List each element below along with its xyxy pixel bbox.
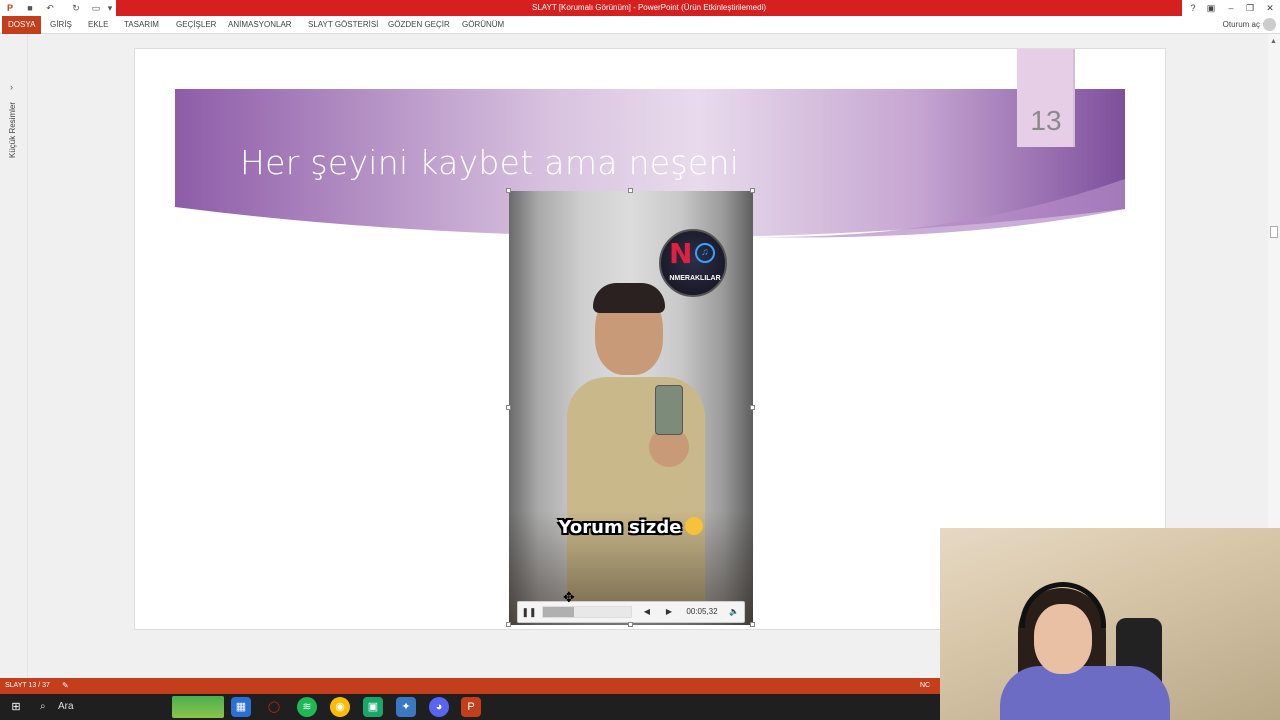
seek-forward-icon[interactable]: ▶ — [662, 602, 676, 622]
taskbar-search-text: Ara — [58, 701, 74, 712]
video-controls: ❚❚ ◀ ▶ 00:05,32 🔈 — [517, 601, 745, 623]
slide-number-tab: 13 — [1017, 49, 1075, 147]
tab-ekle[interactable]: EKLE — [82, 16, 114, 34]
resize-handle-tl[interactable] — [506, 188, 511, 193]
video-caption-text: Yorum sizde — [558, 517, 682, 538]
slide-indicator: SLAYT 13 / 37 — [5, 682, 50, 689]
title-bar: P ■ ↶ ↻ ▭ ▾ SLAYT [Korumalı Görünüm] - P… — [0, 0, 1280, 16]
user-avatar-icon[interactable] — [1263, 18, 1276, 31]
scroll-up-icon[interactable]: ▲ — [1270, 38, 1277, 45]
seek-back-icon[interactable]: ◀ — [640, 602, 654, 622]
spellcheck-icon[interactable]: ✎ — [62, 681, 69, 690]
powerpoint-app-icon: P — [6, 3, 13, 13]
resize-handle-br[interactable] — [750, 622, 755, 627]
tab-gorunum[interactable]: GÖRÜNÜM — [456, 16, 510, 34]
volume-icon[interactable]: 🔈 — [726, 602, 742, 622]
opera-icon[interactable]: ◯ — [264, 697, 284, 717]
tab-gozden-gecir[interactable]: GÖZDEN GEÇİR — [382, 16, 456, 34]
discord-icon[interactable]: ◕ — [429, 697, 449, 717]
scrollbar-thumb[interactable] — [1270, 226, 1278, 238]
app-icon[interactable]: ✦ — [396, 697, 416, 717]
thumbnails-pane: › Küçük Resimler — [0, 34, 28, 678]
slide-title[interactable]: Her şeyini kaybet ama neşeni — [240, 143, 739, 182]
save-icon[interactable]: ■ — [24, 2, 36, 14]
sign-in-link[interactable]: Oturum aç — [1223, 16, 1260, 34]
notes-button[interactable]: NC — [920, 678, 930, 694]
slide-number: 13 — [1030, 105, 1062, 136]
chrome-icon[interactable]: ◉ — [330, 697, 350, 717]
help-icon[interactable]: ? — [1186, 1, 1200, 15]
resize-handle-bm[interactable] — [628, 622, 633, 627]
spotify-icon[interactable]: ≋ — [297, 697, 317, 717]
laughing-emoji-icon — [685, 517, 704, 535]
tab-slayt-gosterisi[interactable]: SLAYT GÖSTERİSİ — [302, 16, 384, 34]
customize-qat-icon[interactable]: ▾ — [104, 2, 116, 14]
music-note-icon: ♫ — [695, 243, 715, 263]
whatsapp-desktop-icon[interactable]: ▣ — [363, 697, 383, 717]
restore-button[interactable]: ❐ — [1243, 1, 1257, 15]
powerpoint-taskbar-icon[interactable]: P — [461, 697, 481, 717]
webcam-headset — [1020, 582, 1106, 628]
logo-letter: N — [669, 237, 693, 270]
channel-logo: N ♫ NMERAKLILAR — [659, 229, 727, 297]
expand-chevron-icon[interactable]: › — [10, 82, 13, 92]
video-progress-bar[interactable] — [542, 606, 632, 618]
ribbon-tabs: DOSYA GİRİŞ EKLE TASARIM GEÇİŞLER ANİMAS… — [0, 16, 1280, 34]
video-caption: Yorum sizde — [509, 517, 753, 538]
windows-start-icon[interactable]: ⊞ — [6, 697, 26, 717]
thumbnails-label[interactable]: Küçük Resimler — [8, 102, 17, 158]
move-cursor-icon: ✥ — [563, 589, 575, 605]
webcam-overlay — [940, 528, 1280, 720]
resize-handle-mr[interactable] — [750, 405, 755, 410]
webcam-person-body — [1000, 666, 1170, 720]
resize-handle-ml[interactable] — [506, 405, 511, 410]
logo-text: NMERAKLILAR — [669, 275, 721, 282]
taskbar-search[interactable]: ⌕ Ara — [34, 696, 184, 718]
store-icon[interactable]: ▦ — [231, 697, 251, 717]
search-icon: ⌕ — [40, 701, 46, 712]
video-player[interactable]: N ♫ NMERAKLILAR Yorum sizde ❚❚ ◀ ▶ 00:05… — [509, 191, 753, 625]
tab-tasarim[interactable]: TASARIM — [118, 16, 165, 34]
video-phone — [655, 385, 683, 435]
resize-handle-bl[interactable] — [506, 622, 511, 627]
vertical-scrollbar[interactable]: ▲ — [1268, 34, 1280, 528]
resize-handle-tm[interactable] — [628, 188, 633, 193]
tab-giris[interactable]: GİRİŞ — [44, 16, 78, 34]
tab-animasyonlar[interactable]: ANİMASYONLAR — [222, 16, 298, 34]
resize-handle-tr[interactable] — [750, 188, 755, 193]
minimize-button[interactable]: – — [1224, 1, 1238, 15]
search-highlight-image — [172, 696, 224, 718]
close-button[interactable]: ✕ — [1263, 1, 1277, 15]
tab-dosya[interactable]: DOSYA — [2, 16, 42, 34]
tab-gecisler[interactable]: GEÇİŞLER — [170, 16, 222, 34]
redo-icon[interactable]: ↻ — [70, 2, 82, 14]
video-person-hair — [593, 283, 665, 313]
video-time: 00:05,32 — [686, 607, 718, 616]
ribbon-display-options-icon[interactable]: ▣ — [1204, 1, 1218, 15]
undo-icon[interactable]: ↶ — [44, 2, 56, 14]
start-slideshow-icon[interactable]: ▭ — [90, 2, 102, 14]
video-progress-fill — [543, 607, 574, 617]
pause-icon[interactable]: ❚❚ — [520, 602, 538, 622]
window-title: SLAYT [Korumalı Görünüm] - PowerPoint (Ü… — [531, 3, 766, 12]
